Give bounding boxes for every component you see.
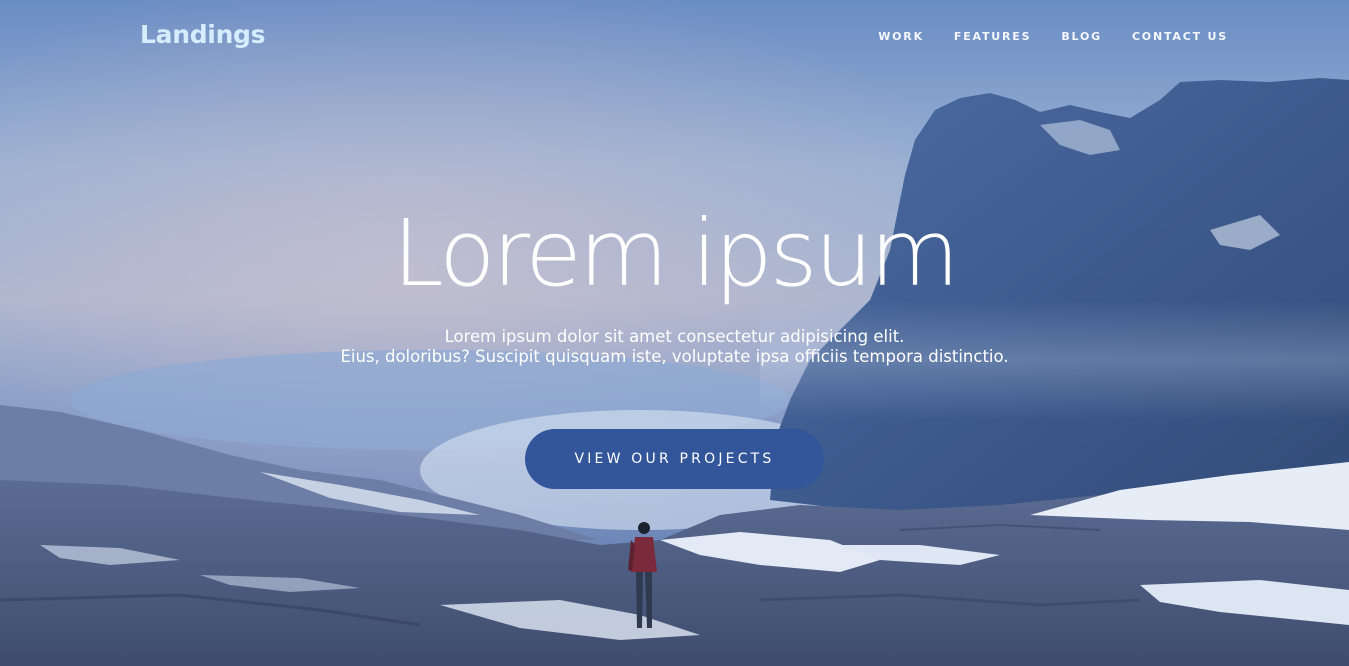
hero-subtitle-line-2: Eius, doloribus? Suscipit quisquam iste,…: [340, 347, 1009, 366]
view-projects-button[interactable]: VIEW OUR PROJECTS: [525, 429, 824, 489]
hero-subtitle: Lorem ipsum dolor sit amet consectetur a…: [0, 327, 1349, 367]
nav-item-features[interactable]: FEATURES: [954, 29, 1031, 45]
nav-item-blog[interactable]: BLOG: [1061, 29, 1102, 45]
nav-item-contact-us[interactable]: CONTACT US: [1132, 29, 1228, 45]
nav-menu: WORK FEATURES BLOG CONTACT US: [878, 29, 1228, 45]
hero-subtitle-line-1: Lorem ipsum dolor sit amet consectetur a…: [444, 327, 905, 346]
brand-logo[interactable]: Landings: [140, 19, 266, 51]
hero-title: Lorem ipsum: [392, 200, 959, 307]
hero-section: Landings WORK FEATURES BLOG CONTACT US L…: [0, 0, 1349, 666]
nav-item-work[interactable]: WORK: [878, 29, 924, 45]
top-navigation: Landings WORK FEATURES BLOG CONTACT US: [0, 0, 1349, 72]
